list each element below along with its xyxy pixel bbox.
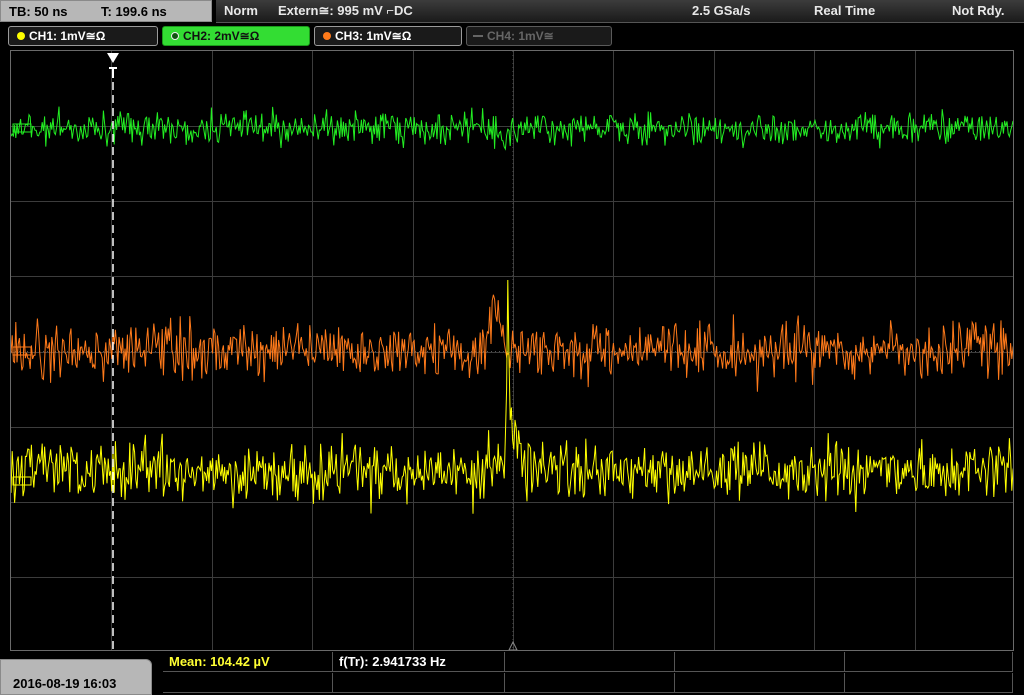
channel-3-tab[interactable]: CH3: 1mV≅Ω [314, 26, 462, 46]
frequency-measurement[interactable]: f(Tr): 2.941733 Hz [333, 652, 505, 672]
measurement-slot-7[interactable] [333, 673, 505, 693]
channel-1-dot-icon [17, 32, 25, 40]
channel-2-dot-icon [171, 32, 179, 40]
timebase-box[interactable]: TB: 50 ns T: 199.6 ns [0, 0, 212, 22]
measurement-slot-8[interactable] [505, 673, 675, 693]
trigger-position-readout: T: 199.6 ns [101, 4, 167, 19]
measurement-panel: Mean: 104.42 µV f(Tr): 2.941733 Hz [163, 652, 1013, 695]
datetime-readout: 2016-08-19 16:03 [13, 676, 117, 691]
measurement-slot-3[interactable] [505, 652, 675, 672]
channel-tabs: CH1: 1mV≅Ω CH2: 2mV≅Ω CH3: 1mV≅Ω CH4: 1m… [0, 26, 1024, 48]
channel-3-label: CH3: 1mV≅Ω [335, 29, 412, 43]
channel-2-tab[interactable]: CH2: 2mV≅Ω [162, 26, 310, 46]
measurement-slot-10[interactable] [845, 673, 1013, 693]
timebase-readout: TB: 50 ns [9, 4, 68, 19]
datetime-box: 2016-08-19 16:03 [0, 659, 152, 695]
measurement-slot-9[interactable] [675, 673, 845, 693]
top-status-bar: TB: 50 ns T: 199.6 ns Norm Extern≅: 995 … [0, 0, 1024, 24]
mean-measurement[interactable]: Mean: 104.42 µV [163, 652, 333, 672]
waveform-canvas [11, 51, 1013, 650]
trigger-marker-icon [107, 53, 119, 63]
channel-4-tab[interactable]: CH4: 1mV≅ [466, 26, 612, 46]
channel-4-label: CH4: 1mV≅ [487, 29, 554, 43]
channel-1-tab[interactable]: CH1: 1mV≅Ω [8, 26, 158, 46]
measurement-slot-6[interactable] [163, 673, 333, 693]
channel-4-dash-icon [473, 35, 483, 37]
acquisition-mode: Real Time [814, 3, 876, 18]
sample-rate: 2.5 GSa/s [692, 3, 751, 18]
trigger-source[interactable]: Extern≅: 995 mV ⌐DC [278, 3, 413, 19]
measurement-slot-4[interactable] [675, 652, 845, 672]
trigger-t-icon [109, 67, 117, 78]
trigger-mode[interactable]: Norm [224, 3, 258, 18]
waveform-display[interactable] [10, 50, 1014, 651]
measurement-slot-5[interactable] [845, 652, 1013, 672]
run-status: Not Rdy. [952, 3, 1005, 18]
channel-2-label: CH2: 2mV≅Ω [183, 29, 260, 43]
acquisition-status-bar: Norm Extern≅: 995 mV ⌐DC 2.5 GSa/s Real … [216, 0, 1024, 23]
channel-3-dot-icon [323, 32, 331, 40]
channel-1-label: CH1: 1mV≅Ω [29, 29, 106, 43]
